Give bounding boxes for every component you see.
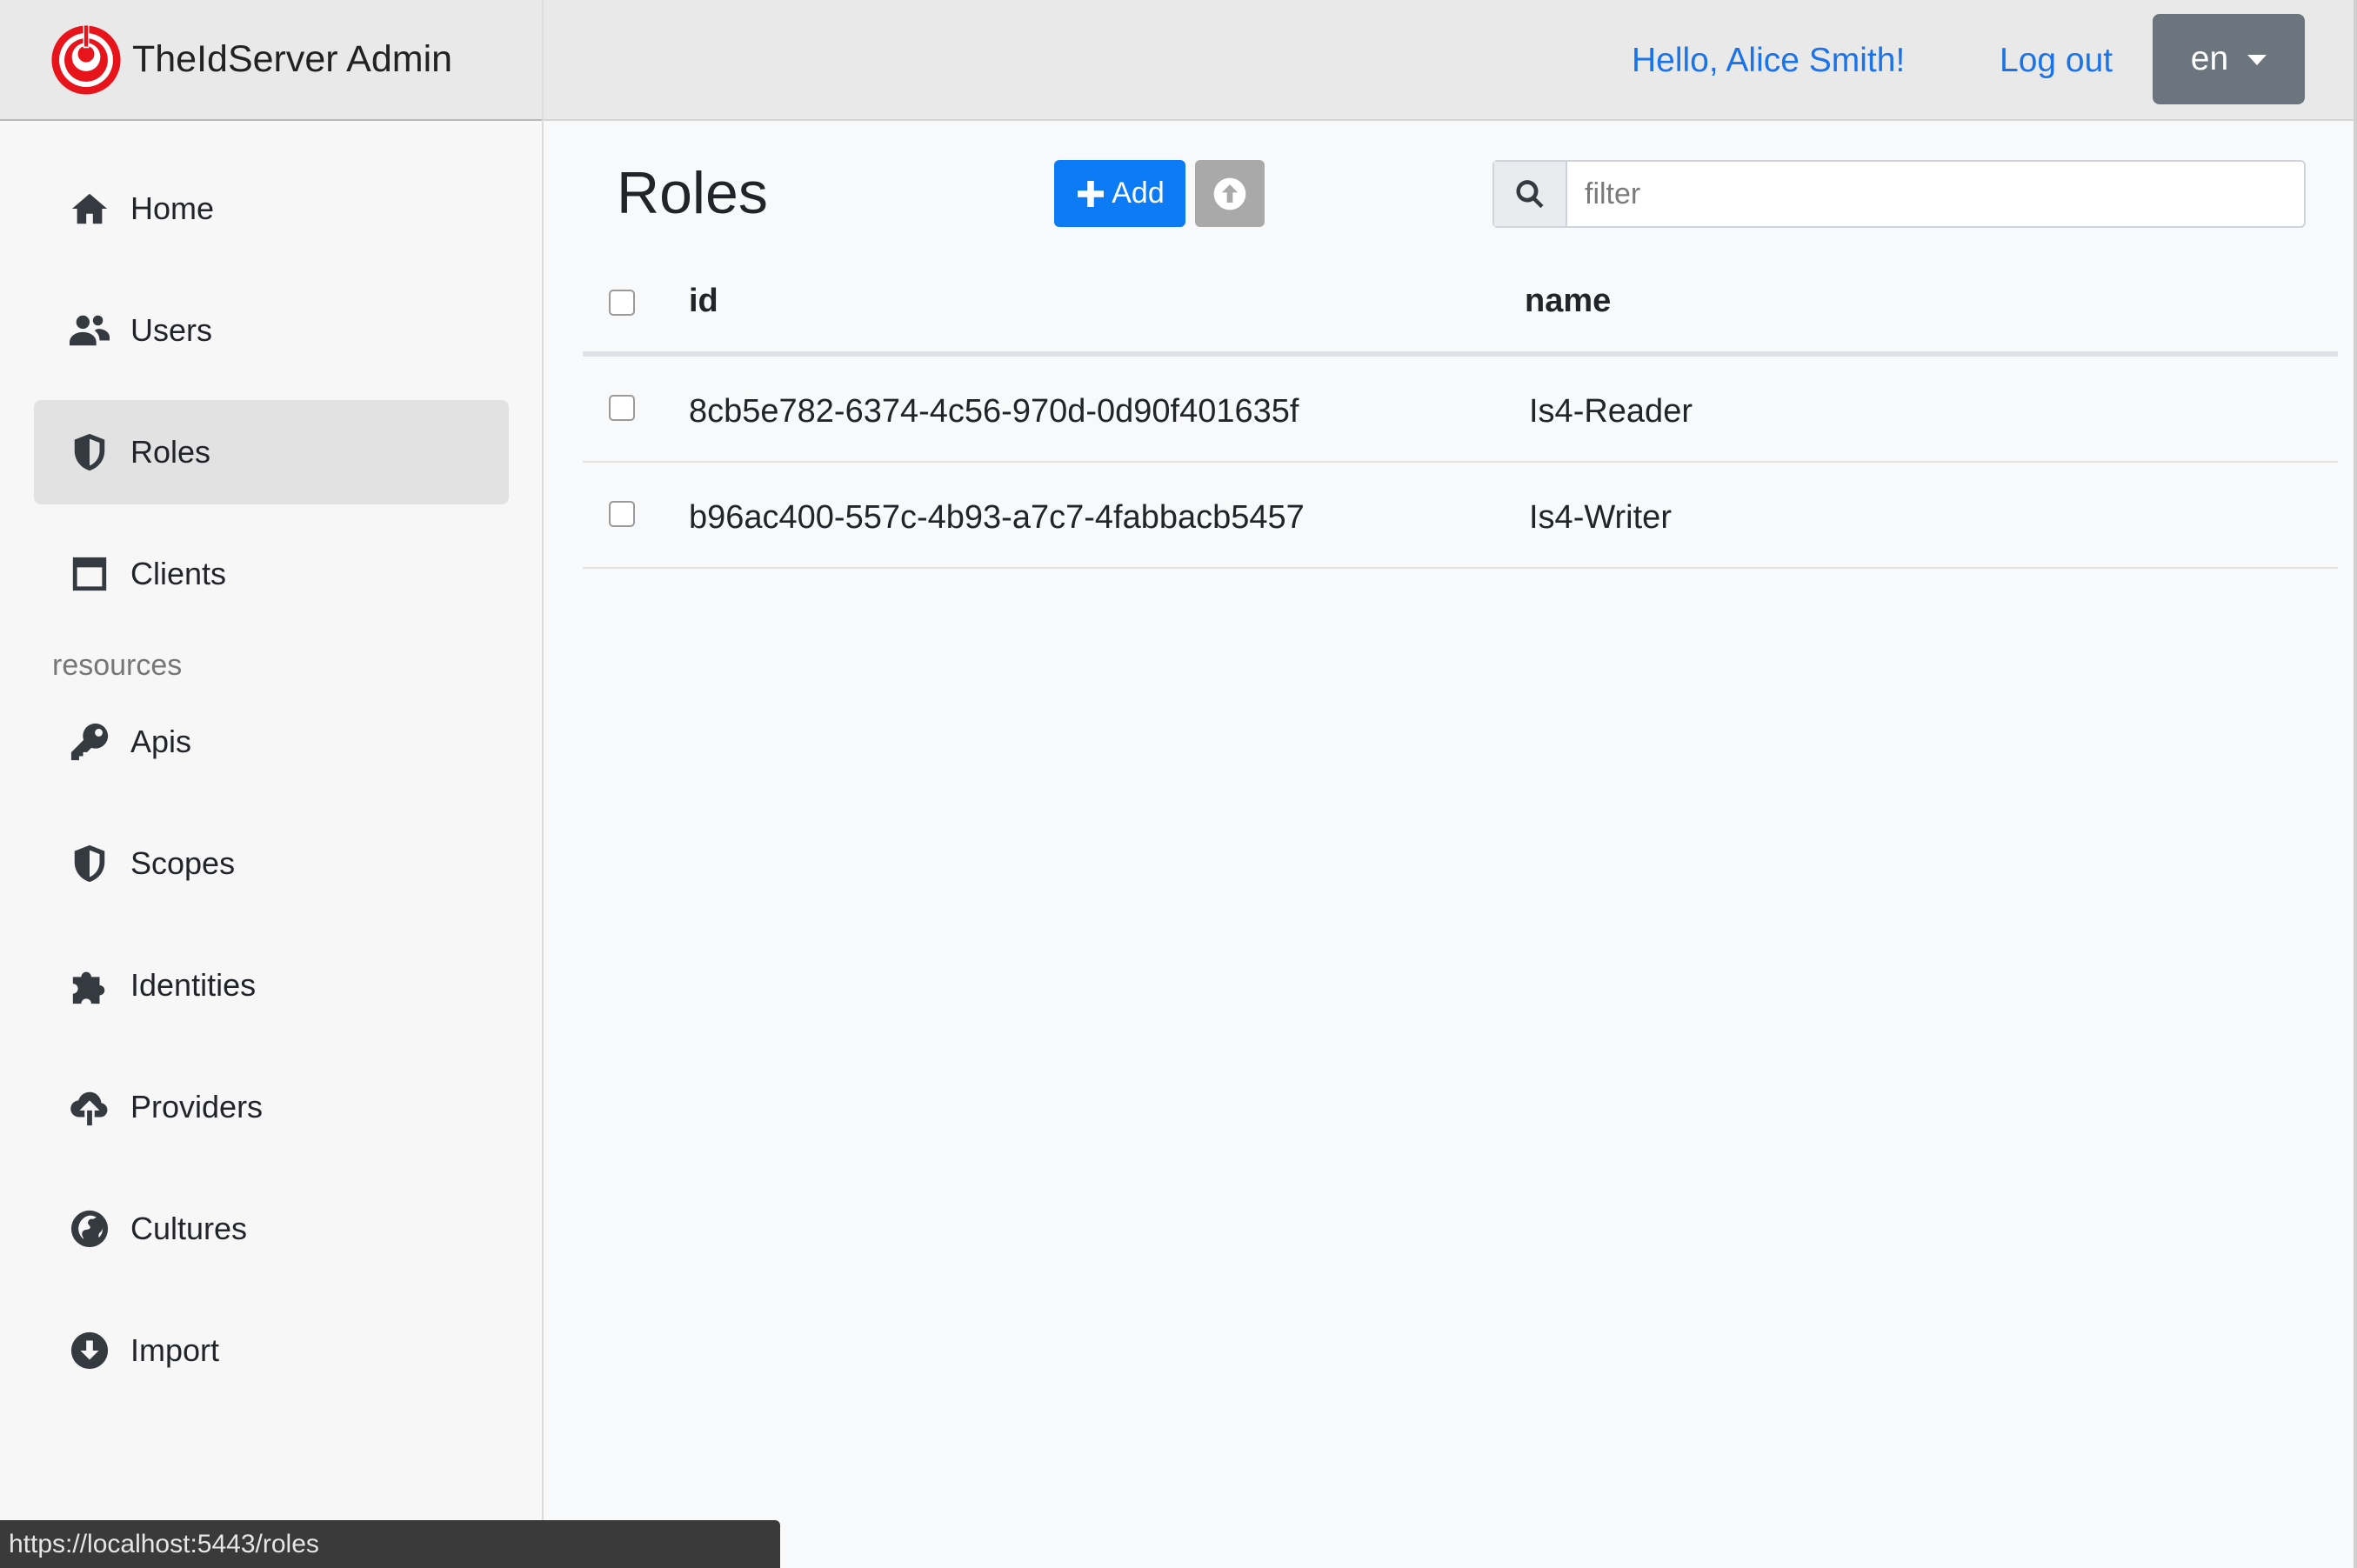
add-button[interactable]: Add [1054,160,1185,227]
sidebar-item-label: Users [130,312,213,348]
shield-icon [68,842,111,885]
language-value: en [2190,40,2229,77]
table-header: id name [583,251,2338,357]
sidebar-item-users[interactable]: Users [34,278,509,383]
column-header-id[interactable]: id [689,283,718,320]
sidebar-item-cultures[interactable]: Cultures [34,1177,509,1281]
role-id-cell: 8cb5e782-6374-4c56-970d-0d90f401635f [689,393,1299,430]
role-name-cell: Is4-Reader [1529,393,1693,430]
cloud-upload-icon [68,1085,111,1129]
top-navbar: Hello, Alice Smith! Log out en [544,0,2357,121]
download-icon [68,1329,111,1372]
sidebar-item-home[interactable]: Home [34,157,509,261]
sidebar-item-clients[interactable]: Clients [34,522,509,626]
sidebar-section-resources: resources [52,649,183,682]
column-header-name[interactable]: name [1525,283,1611,320]
search-icon [1494,162,1567,226]
arrow-circle-up-icon [1213,177,1246,210]
sidebar-item-label: Cultures [130,1211,248,1246]
browser-status-url: https://localhost:5443/roles [0,1520,780,1568]
role-id-cell: b96ac400-557c-4b93-a7c7-4fabbacb5457 [689,499,1305,536]
roles-table: id name 8cb5e782-6374-4c56-970d-0d90f401… [583,251,2338,569]
plus-icon [1078,180,1105,207]
globe-icon [68,1207,111,1251]
users-icon [68,309,111,352]
page-title: Roles [617,160,768,226]
sidebar-item-label: Providers [130,1089,264,1124]
language-dropdown[interactable]: en [2153,14,2305,104]
shield-icon [68,430,111,474]
home-icon [68,187,111,230]
sidebar-item-roles[interactable]: Roles [34,400,509,504]
export-button[interactable] [1195,160,1265,227]
row-checkbox[interactable] [609,395,635,421]
sidebar-item-identities[interactable]: Identities [34,933,509,1038]
brand[interactable]: TheIdServer Admin [0,0,542,121]
sidebar-item-import[interactable]: Import [34,1298,509,1403]
puzzle-icon [68,964,111,1007]
table-row[interactable]: 8cb5e782-6374-4c56-970d-0d90f401635f Is4… [583,357,2338,463]
brand-title: TheIdServer Admin [132,38,453,80]
filter-group [1492,160,2306,228]
row-checkbox[interactable] [609,501,635,527]
sidebar-item-label: Home [130,190,215,226]
sidebar-item-providers[interactable]: Providers [34,1055,509,1159]
table-row[interactable]: b96ac400-557c-4b93-a7c7-4fabbacb5457 Is4… [583,463,2338,569]
sidebar-item-label: Import [130,1332,220,1368]
add-button-label: Add [1112,177,1165,210]
sidebar-item-label: Identities [130,967,257,1003]
logout-link[interactable]: Log out [2000,42,2113,80]
sidebar-item-apis[interactable]: Apis [34,690,509,794]
sidebar-item-label: Clients [130,556,227,591]
sidebar-item-scopes[interactable]: Scopes [34,811,509,916]
select-all-checkbox[interactable] [609,290,635,316]
window-icon [68,552,111,596]
sidebar-item-label: Roles [130,434,211,470]
caret-down-icon [2247,55,2267,65]
sidebar: TheIdServer Admin Home Users Roles Clien… [0,0,544,1568]
user-greeting-link[interactable]: Hello, Alice Smith! [1632,42,1905,80]
filter-input[interactable] [1567,162,2304,226]
theidserver-logo-icon [51,24,121,95]
sidebar-item-label: Scopes [130,845,236,881]
sidebar-item-label: Apis [130,724,192,759]
main-content: Roles Add id name 8cb5e782-6374-4c56-970… [544,121,2357,1568]
key-icon [68,720,111,764]
role-name-cell: Is4-Writer [1529,499,1672,536]
